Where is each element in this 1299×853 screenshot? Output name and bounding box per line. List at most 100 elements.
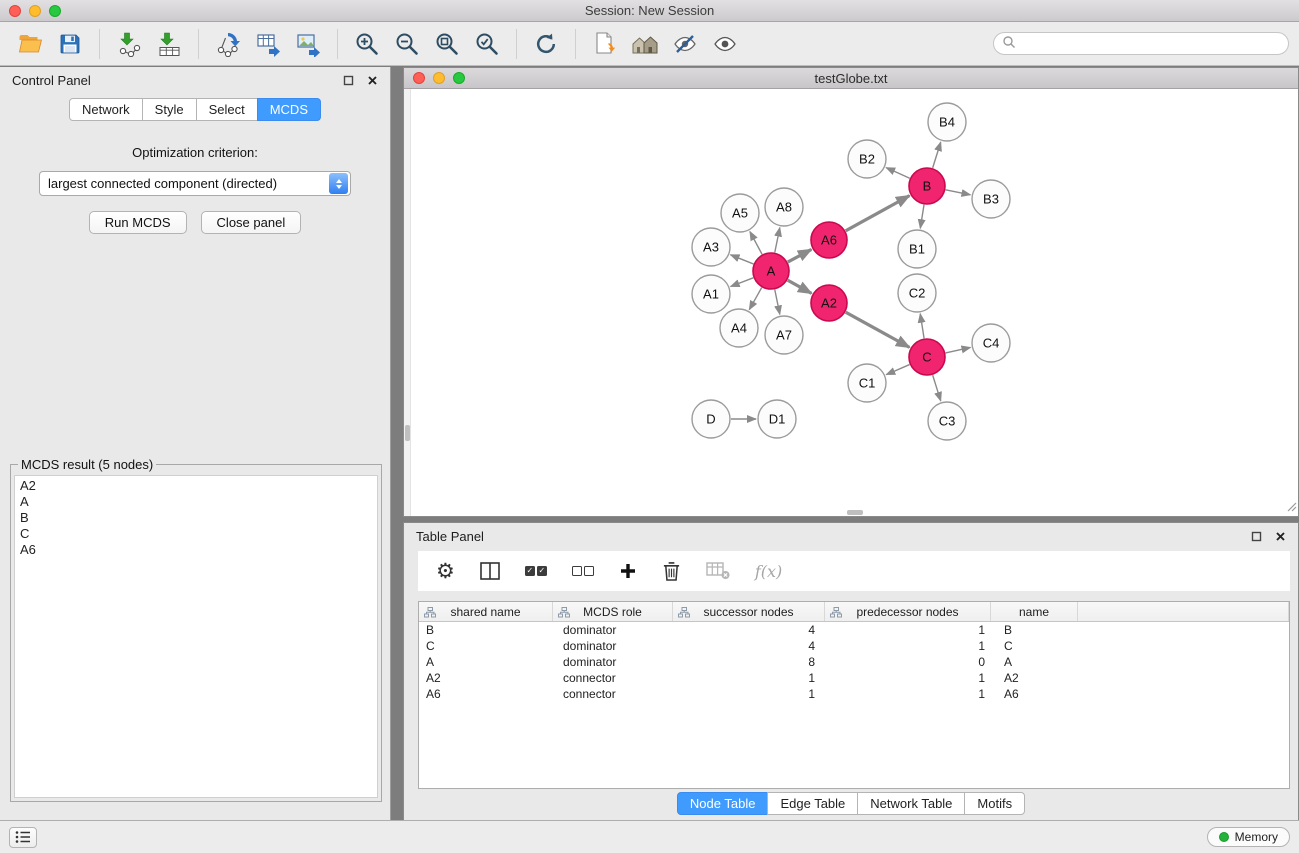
graph-edge-A-A1[interactable] — [731, 278, 754, 287]
graph-edge-A2-C[interactable] — [846, 312, 910, 347]
control-panel: Control Panel Network Style Select MCDS … — [0, 67, 391, 820]
scrollbar-thumb[interactable] — [405, 425, 410, 441]
graph-edge-A-A6[interactable] — [788, 249, 812, 262]
import-table-icon[interactable] — [152, 26, 186, 62]
zoom-in-icon[interactable] — [350, 26, 384, 62]
canvas-bottom-scroll-thumb[interactable] — [847, 510, 863, 515]
graph-edge-B-B4[interactable] — [933, 142, 941, 168]
session-transfer-icon[interactable] — [588, 26, 622, 62]
table-row[interactable]: A2connector11A2 — [419, 670, 1289, 686]
table-cell: dominator — [553, 638, 673, 654]
table-cell: A6 — [419, 686, 553, 702]
mcds-result-item[interactable]: A — [20, 494, 372, 510]
close-panel-button[interactable]: Close panel — [201, 211, 302, 234]
network-window-traffic-lights — [413, 72, 465, 84]
table-panel: Table Panel ⚙ ✓✓ f(x — [403, 522, 1299, 821]
table-row[interactable]: A6connector11A6 — [419, 686, 1289, 702]
column-header-mcds-role[interactable]: MCDS role — [553, 602, 673, 621]
tab-edge-table[interactable]: Edge Table — [767, 792, 858, 815]
table-cell-filler — [1078, 622, 1289, 638]
mcds-result-item[interactable]: A6 — [20, 542, 372, 558]
tab-motifs[interactable]: Motifs — [964, 792, 1025, 815]
close-panel-icon[interactable] — [365, 73, 380, 88]
show-columns-icon[interactable] — [480, 562, 500, 580]
graph-edge-A-A8[interactable] — [775, 228, 780, 253]
network-zoom-button[interactable] — [453, 72, 465, 84]
float-table-panel-icon[interactable] — [1249, 529, 1264, 544]
mcds-result-item[interactable]: C — [20, 526, 372, 542]
table-cell: connector — [553, 670, 673, 686]
tab-node-table[interactable]: Node Table — [677, 792, 769, 815]
search-input[interactable] — [1021, 37, 1280, 51]
save-session-icon[interactable] — [53, 26, 87, 62]
network-minimize-button[interactable] — [433, 72, 445, 84]
show-graphics-details-icon[interactable] — [708, 26, 742, 62]
graph-edge-A-A4[interactable] — [749, 288, 761, 310]
open-session-icon[interactable] — [13, 26, 47, 62]
criterion-dropdown[interactable]: largest connected component (directed) — [39, 171, 351, 196]
export-network-icon[interactable] — [211, 26, 245, 62]
zoom-window-button[interactable] — [49, 5, 61, 17]
search-box[interactable] — [993, 32, 1289, 55]
delete-table-icon — [706, 562, 730, 580]
close-table-panel-icon[interactable] — [1273, 529, 1288, 544]
tab-mcds[interactable]: MCDS — [257, 98, 321, 121]
zoom-out-icon[interactable] — [390, 26, 424, 62]
graph-edge-B-B1[interactable] — [920, 205, 924, 228]
run-mcds-button[interactable]: Run MCDS — [89, 211, 187, 234]
graph-edge-A-A7[interactable] — [775, 290, 780, 315]
task-history-button[interactable] — [9, 827, 37, 848]
control-panel-tabs: Network Style Select MCDS — [0, 98, 390, 121]
memory-button[interactable]: Memory — [1207, 827, 1290, 847]
graph-edge-A-A2[interactable] — [788, 280, 812, 293]
network-canvas[interactable]: B4B2BB3A5A8A6B1A3AC2A1A2A4A7C4CC1C3DD1 — [404, 89, 1298, 516]
import-network-icon[interactable] — [112, 26, 146, 62]
float-panel-icon[interactable] — [341, 73, 356, 88]
tab-select[interactable]: Select — [196, 98, 258, 121]
graph-edge-C-C1[interactable] — [886, 365, 909, 375]
table-row[interactable]: Adominator80A — [419, 654, 1289, 670]
export-image-icon[interactable] — [291, 26, 325, 62]
add-column-icon[interactable] — [619, 562, 637, 580]
network-close-button[interactable] — [413, 72, 425, 84]
graph-edge-C-C4[interactable] — [946, 347, 971, 352]
network-window-titlebar[interactable]: testGlobe.txt — [404, 68, 1298, 89]
column-header-predecessor-nodes[interactable]: predecessor nodes — [825, 602, 991, 621]
select-all-icon[interactable]: ✓✓ — [525, 566, 547, 576]
delete-column-trash-icon[interactable] — [662, 561, 681, 582]
zoom-selected-icon[interactable] — [470, 26, 504, 62]
minimize-window-button[interactable] — [29, 5, 41, 17]
graph-edge-C-C2[interactable] — [920, 314, 924, 338]
mcds-result-item[interactable]: A2 — [20, 478, 372, 494]
home-icon[interactable] — [628, 26, 662, 62]
zoom-fit-icon[interactable] — [430, 26, 464, 62]
resize-grip-icon[interactable] — [1285, 500, 1297, 515]
table-row[interactable]: Cdominator41C — [419, 638, 1289, 654]
attribute-type-icon — [424, 607, 436, 621]
graph-edge-B-B2[interactable] — [886, 168, 910, 179]
deselect-all-icon[interactable] — [572, 566, 594, 576]
graph-edge-C-C3[interactable] — [933, 375, 941, 401]
graph-edge-A-A3[interactable] — [730, 255, 753, 264]
table-toolbar: ⚙ ✓✓ f(x) — [418, 551, 1290, 591]
column-header-name[interactable]: name — [991, 602, 1078, 621]
apply-layout-icon[interactable] — [529, 26, 563, 62]
hide-graphics-details-icon[interactable] — [668, 26, 702, 62]
graph-edge-B-B3[interactable] — [946, 190, 971, 195]
graph-edge-A-A5[interactable] — [750, 232, 762, 255]
tab-network[interactable]: Network — [69, 98, 143, 121]
graph-node-label-A2: A2 — [821, 296, 837, 311]
export-table-icon[interactable] — [251, 26, 285, 62]
status-bar: Memory — [0, 820, 1299, 853]
column-header-shared-name[interactable]: shared name — [419, 602, 553, 621]
graph-edge-A6-B[interactable] — [846, 196, 910, 231]
tab-network-table[interactable]: Network Table — [857, 792, 965, 815]
close-window-button[interactable] — [9, 5, 21, 17]
table-settings-gear-icon[interactable]: ⚙ — [436, 561, 455, 582]
tab-style[interactable]: Style — [142, 98, 197, 121]
table-row[interactable]: Bdominator41B — [419, 622, 1289, 638]
mcds-result-list[interactable]: A2ABCA6 — [14, 475, 378, 798]
canvas-left-scrollbar[interactable] — [404, 89, 411, 516]
column-header-successor-nodes[interactable]: successor nodes — [673, 602, 825, 621]
mcds-result-item[interactable]: B — [20, 510, 372, 526]
